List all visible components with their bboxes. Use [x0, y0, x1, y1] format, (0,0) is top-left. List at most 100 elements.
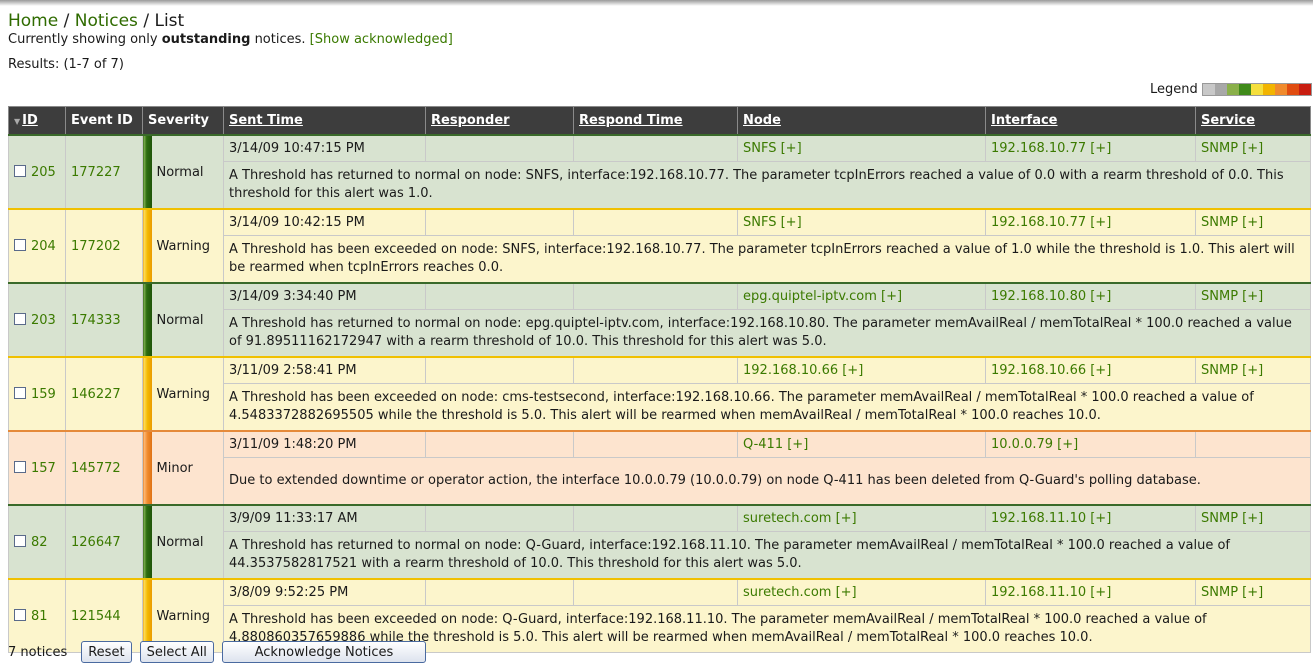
column-header-sent-time[interactable]: Sent Time	[223, 106, 426, 136]
interface-link[interactable]: 192.168.10.66 [+]	[991, 363, 1111, 378]
notice-id-link[interactable]: 81	[31, 609, 48, 624]
notice-id-link[interactable]: 204	[31, 239, 56, 254]
service-link[interactable]: SNMP [+]	[1201, 585, 1263, 600]
column-header-respond-time[interactable]: Respond Time	[573, 106, 738, 136]
notice-id-cell: 203	[8, 282, 66, 358]
notice-checkbox[interactable]	[14, 313, 26, 325]
sent-time-cell: 3/9/09 11:33:17 AM	[223, 504, 426, 532]
acknowledge-notices-button[interactable]: Acknowledge Notices	[221, 641, 426, 663]
node-link[interactable]: SNFS [+]	[743, 141, 802, 156]
notice-checkbox[interactable]	[14, 239, 26, 251]
node-link[interactable]: SNFS [+]	[743, 215, 802, 230]
notice-id-link[interactable]: 157	[31, 461, 56, 476]
severity-color-bar	[142, 356, 152, 432]
service-link[interactable]: SNMP [+]	[1201, 289, 1263, 304]
notice-checkbox[interactable]	[14, 387, 26, 399]
notice-count: 7 notices	[8, 644, 68, 660]
reset-button[interactable]: Reset	[81, 641, 132, 663]
status-note-suffix: notices.	[250, 32, 306, 47]
notice-message: A Threshold has returned to normal on no…	[223, 531, 1311, 580]
interface-link[interactable]: 192.168.11.10 [+]	[991, 585, 1111, 600]
node-link[interactable]: 192.168.10.66 [+]	[743, 363, 863, 378]
sort-link-id[interactable]: ID	[22, 113, 38, 128]
notice-id-link[interactable]: 159	[31, 387, 56, 402]
notice-checkbox[interactable]	[14, 535, 26, 547]
interface-cell: 192.168.10.77 [+]	[985, 208, 1196, 236]
sort-link-node[interactable]: Node	[743, 113, 781, 128]
event-id-cell: 174333	[65, 282, 143, 358]
node-link[interactable]: epg.quiptel-iptv.com [+]	[743, 289, 902, 304]
event-id-link[interactable]: 174333	[71, 313, 121, 328]
service-link[interactable]: SNMP [+]	[1201, 363, 1263, 378]
respond-time-cell	[573, 282, 738, 310]
severity-cell: Normal	[151, 504, 224, 580]
interface-cell: 192.168.10.80 [+]	[985, 282, 1196, 310]
event-id-cell: 177227	[65, 134, 143, 210]
sort-link-interface[interactable]: Interface	[991, 113, 1058, 128]
top-shadow	[0, 0, 1313, 6]
breadcrumb-separator: /	[143, 11, 150, 31]
event-id-link[interactable]: 146227	[71, 387, 121, 402]
notice-id-link[interactable]: 203	[31, 313, 56, 328]
event-id-link[interactable]: 177227	[71, 165, 121, 180]
notices-table: ▼ ID Event ID Severity Sent Time Responde…	[8, 106, 1311, 653]
legend-swatch	[1298, 84, 1311, 95]
notice-id-link[interactable]: 205	[31, 165, 56, 180]
sort-link-respond-time[interactable]: Respond Time	[579, 113, 683, 128]
interface-link[interactable]: 192.168.11.10 [+]	[991, 511, 1111, 526]
legend-swatch	[1250, 84, 1263, 95]
severity-color-bar	[142, 430, 152, 506]
node-link[interactable]: suretech.com [+]	[743, 585, 857, 600]
interface-cell: 192.168.11.10 [+]	[985, 504, 1196, 532]
legend: Legend	[1150, 82, 1312, 97]
event-id-cell: 146227	[65, 356, 143, 432]
column-header-id[interactable]: ▼ ID	[8, 106, 66, 136]
service-link[interactable]: SNMP [+]	[1201, 141, 1263, 156]
service-cell: SNMP [+]	[1195, 578, 1311, 606]
service-link[interactable]: SNMP [+]	[1201, 215, 1263, 230]
breadcrumb-home-link[interactable]: Home	[8, 11, 58, 31]
sent-time-cell: 3/11/09 2:58:41 PM	[223, 356, 426, 384]
breadcrumb-notices-link[interactable]: Notices	[75, 11, 138, 31]
column-header-service[interactable]: Service	[1195, 106, 1311, 136]
interface-link[interactable]: 192.168.10.77 [+]	[991, 141, 1111, 156]
interface-link[interactable]: 192.168.10.80 [+]	[991, 289, 1111, 304]
column-header-responder[interactable]: Responder	[425, 106, 574, 136]
service-cell: SNMP [+]	[1195, 504, 1311, 532]
sent-time-cell: 3/14/09 10:42:15 PM	[223, 208, 426, 236]
legend-swatch	[1274, 84, 1287, 95]
event-id-link[interactable]: 126647	[71, 535, 121, 550]
event-id-link[interactable]: 145772	[71, 461, 121, 476]
legend-swatch	[1286, 84, 1299, 95]
sort-link-sent-time[interactable]: Sent Time	[229, 113, 303, 128]
select-all-button[interactable]: Select All	[139, 641, 214, 663]
node-link[interactable]: Q-411 [+]	[743, 437, 808, 452]
interface-cell: 192.168.11.10 [+]	[985, 578, 1196, 606]
show-acknowledged-link[interactable]: [Show acknowledged]	[310, 32, 453, 47]
sort-link-service[interactable]: Service	[1201, 113, 1255, 128]
interface-cell: 192.168.10.66 [+]	[985, 356, 1196, 384]
column-header-node[interactable]: Node	[737, 106, 986, 136]
legend-swatch	[1238, 84, 1251, 95]
event-id-link[interactable]: 177202	[71, 239, 121, 254]
notice-checkbox[interactable]	[14, 461, 26, 473]
severity-cell: Normal	[151, 282, 224, 358]
notice-id-link[interactable]: 82	[31, 535, 48, 550]
responder-cell	[425, 208, 574, 236]
severity-color-bar	[142, 504, 152, 580]
notice-checkbox[interactable]	[14, 165, 26, 177]
service-link[interactable]: SNMP [+]	[1201, 511, 1263, 526]
interface-link[interactable]: 10.0.0.79 [+]	[991, 437, 1078, 452]
interface-link[interactable]: 192.168.10.77 [+]	[991, 215, 1111, 230]
respond-time-cell	[573, 356, 738, 384]
sort-link-responder[interactable]: Responder	[431, 113, 510, 128]
node-link[interactable]: suretech.com [+]	[743, 511, 857, 526]
event-id-link[interactable]: 121544	[71, 609, 121, 624]
notice-checkbox[interactable]	[14, 609, 26, 621]
interface-cell: 192.168.10.77 [+]	[985, 134, 1196, 162]
respond-time-cell	[573, 578, 738, 606]
column-header-interface[interactable]: Interface	[985, 106, 1196, 136]
node-cell: SNFS [+]	[737, 208, 986, 236]
notice-id-cell: 205	[8, 134, 66, 210]
responder-cell	[425, 504, 574, 532]
